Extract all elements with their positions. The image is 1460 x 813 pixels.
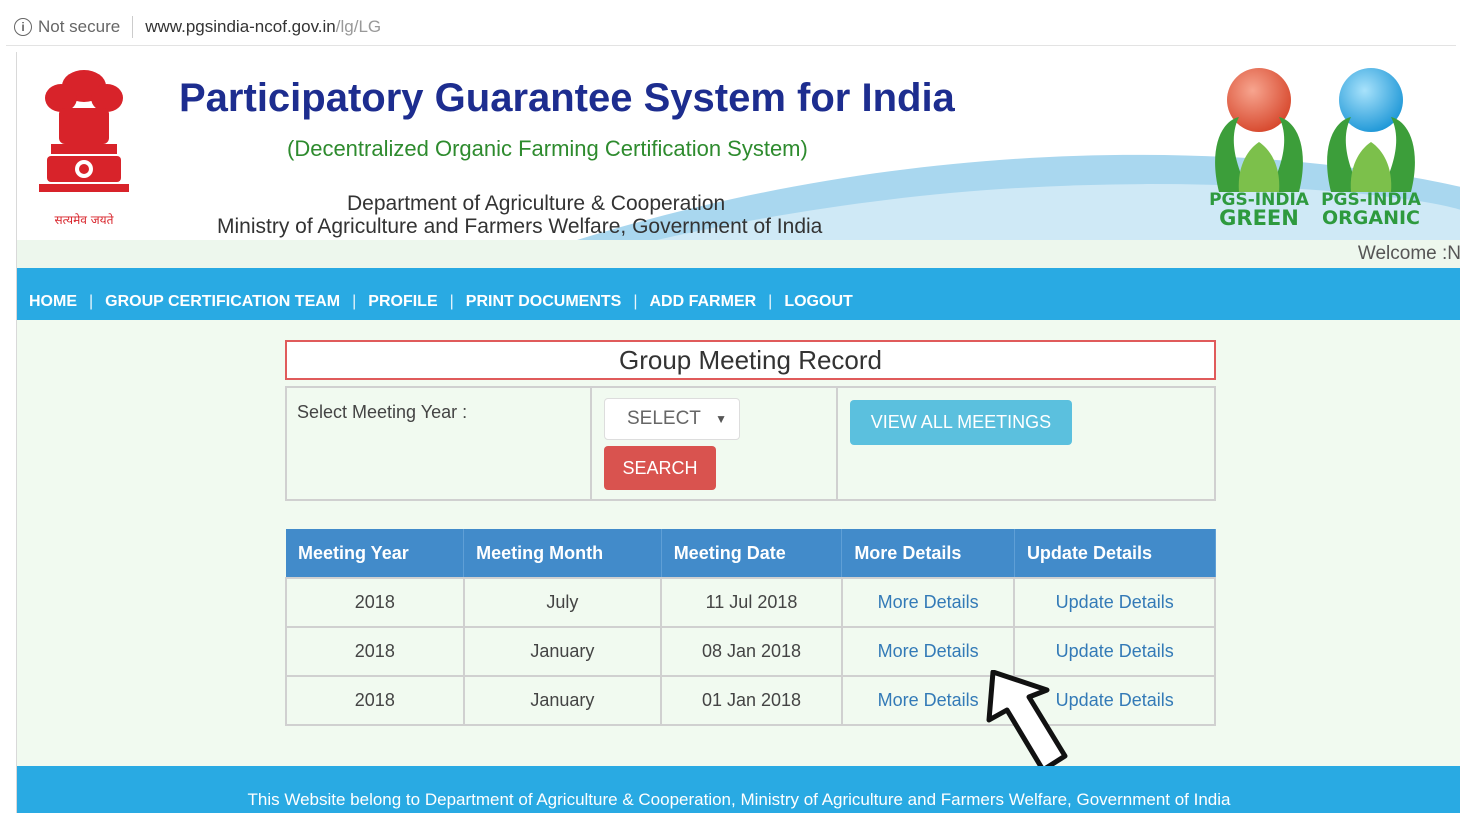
site-footer: This Website belong to Department of Agr… xyxy=(17,766,1460,813)
pgs-india-organic-logo: PGS-INDIA ORGANIC xyxy=(1321,62,1421,230)
logo-green-line-2: GREEN xyxy=(1219,206,1299,230)
emblem-motto: सत्यमेव जयते xyxy=(55,213,115,227)
nav-divider: | xyxy=(352,293,357,310)
nav-group-certification-team[interactable]: GROUP CERTIFICATION TEAM xyxy=(105,293,340,311)
year-select-cell: SELECT ▼ SEARCH xyxy=(592,388,838,499)
col-more-details: More Details xyxy=(841,529,1015,578)
site-subtitle: (Decentralized Organic Farming Certifica… xyxy=(287,136,808,161)
cell-month: July xyxy=(462,577,663,628)
meeting-year-select-value: SELECT xyxy=(627,408,701,429)
pgs-india-green-logo: PGS-INDIA GREEN xyxy=(1209,62,1309,230)
meeting-year-label: Select Meeting Year : xyxy=(297,402,468,422)
blue-globe-icon xyxy=(1327,68,1415,192)
nav-divider: | xyxy=(633,293,638,310)
logo-organic-text: PGS-INDIA ORGANIC xyxy=(1321,190,1421,229)
main-nav: HOME | GROUP CERTIFICATION TEAM | PROFIL… xyxy=(17,268,1460,320)
cell-month: January xyxy=(462,675,663,726)
logo-organic-line-1: PGS-INDIA xyxy=(1321,190,1421,210)
cell-year: 2018 xyxy=(285,626,465,677)
screenshot-root: i Not secure www.pgsindia-ncof.gov.in/lg… xyxy=(0,0,1460,813)
select-caret-icon: ▼ xyxy=(715,412,727,426)
nav-divider: | xyxy=(449,293,454,310)
nav-profile[interactable]: PROFILE xyxy=(368,293,437,311)
info-icon[interactable]: i xyxy=(14,17,32,36)
page: सत्यमेव जयते Participatory Guarantee Sys… xyxy=(16,52,1460,813)
site-title: Participatory Guarantee System for India xyxy=(179,76,955,120)
cell-year: 2018 xyxy=(285,675,465,726)
table-row: 2018 July 11 Jul 2018 More Details Updat… xyxy=(285,577,1216,628)
welcome-text: Welcome :N xyxy=(1357,243,1460,264)
address-divider xyxy=(132,15,134,38)
col-update-details: Update Details xyxy=(1014,529,1216,578)
logo-green-text: PGS-INDIA GREEN xyxy=(1209,192,1309,230)
ministry-name: Ministry of Agriculture and Farmers Welf… xyxy=(217,215,823,238)
update-details-link[interactable]: Update Details xyxy=(1013,577,1216,628)
cell-year: 2018 xyxy=(285,577,465,628)
view-all-cell: VIEW ALL MEETINGS xyxy=(838,388,1214,499)
col-meeting-date: Meeting Date xyxy=(661,529,843,578)
security-label: Not secure xyxy=(38,16,121,36)
cell-date: 08 Jan 2018 xyxy=(660,626,843,677)
col-meeting-month: Meeting Month xyxy=(463,529,662,578)
department-name: Department of Agriculture & Cooperation xyxy=(347,192,726,215)
cell-date: 11 Jul 2018 xyxy=(660,577,843,628)
form-title: Group Meeting Record xyxy=(285,340,1216,380)
nav-divider: | xyxy=(89,293,94,310)
meeting-search-form: Select Meeting Year : SELECT ▼ SEARCH VI… xyxy=(285,386,1216,501)
cell-month: January xyxy=(462,626,663,677)
table-header-row: Meeting Year Meeting Month Meeting Date … xyxy=(286,529,1216,578)
update-details-link[interactable]: Update Details xyxy=(1013,626,1216,677)
red-globe-icon xyxy=(1215,68,1303,192)
national-emblem-icon: सत्यमेव जयते xyxy=(39,70,129,227)
more-details-link[interactable]: More Details xyxy=(840,626,1016,677)
col-meeting-year: Meeting Year xyxy=(286,529,465,578)
table-row: 2018 January 08 Jan 2018 More Details Up… xyxy=(285,626,1216,677)
year-label-cell: Select Meeting Year : xyxy=(287,388,592,499)
more-details-link[interactable]: More Details xyxy=(840,577,1016,628)
view-all-meetings-button[interactable]: VIEW ALL MEETINGS xyxy=(850,400,1072,445)
nav-logout[interactable]: LOGOUT xyxy=(784,293,852,311)
search-button[interactable]: SEARCH xyxy=(604,446,716,490)
url-host[interactable]: www.pgsindia-ncof.gov.in xyxy=(145,17,336,37)
welcome-row: Welcome :N xyxy=(17,240,1460,268)
nav-add-farmer[interactable]: ADD FARMER xyxy=(650,293,757,311)
nav-home[interactable]: HOME xyxy=(29,293,77,311)
pointer-arrow-icon xyxy=(986,670,1068,773)
logo-organic-line-2: ORGANIC xyxy=(1322,207,1420,229)
nav-divider: | xyxy=(768,293,773,310)
browser-address-bar[interactable]: i Not secure www.pgsindia-ncof.gov.in/lg… xyxy=(6,8,1456,46)
site-header: सत्यमेव जयते Participatory Guarantee Sys… xyxy=(17,52,1460,240)
nav-print-documents[interactable]: PRINT DOCUMENTS xyxy=(466,293,622,311)
cell-date: 01 Jan 2018 xyxy=(660,675,843,726)
table-row: 2018 January 01 Jan 2018 More Details Up… xyxy=(285,675,1216,726)
meetings-table: Meeting Year Meeting Month Meeting Date … xyxy=(285,529,1216,726)
url-path[interactable]: /lg/LG xyxy=(336,17,381,37)
meeting-year-select[interactable]: SELECT ▼ xyxy=(604,398,740,440)
